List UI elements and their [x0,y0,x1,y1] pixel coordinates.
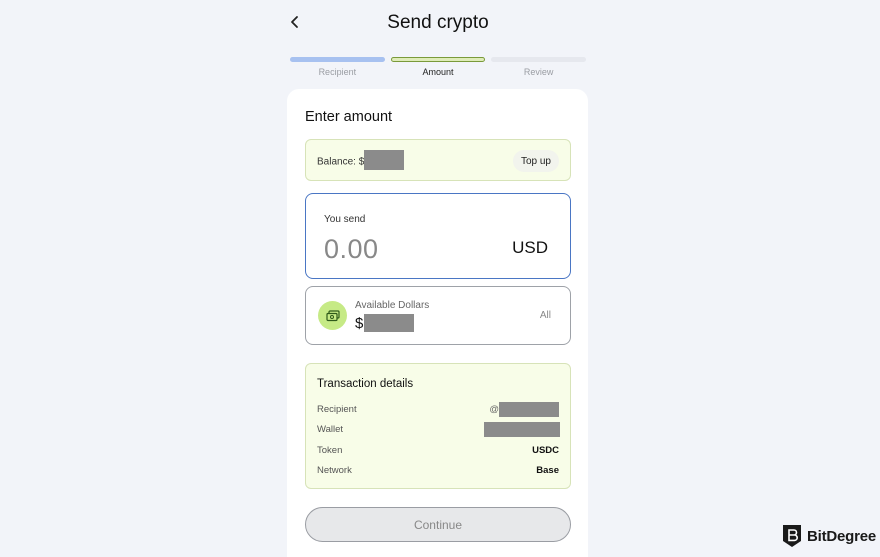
send-amount-input[interactable]: 0.00 [324,234,379,265]
step-recipient: Recipient [290,57,385,77]
step-label: Recipient [318,67,357,77]
wallet-redacted [484,421,560,437]
balance-redacted [364,150,405,170]
card-title: Enter amount [305,109,393,125]
tx-key: Network [317,464,352,476]
available-prefix: $ [355,314,364,332]
send-label: You send [324,214,366,225]
tx-key: Recipient [317,403,357,415]
step-progress: Recipient Amount Review [290,57,587,77]
available-dollars-panel[interactable]: Available Dollars $ All [305,286,571,345]
transaction-details: Transaction details Recipient @ Wallet T… [305,363,571,489]
cash-icon [318,301,347,330]
bitdegree-watermark: BitDegree [781,523,876,549]
tx-key: Wallet [317,423,344,435]
amount-card: Enter amount Balance: $ Top up You send … [287,89,588,557]
all-button[interactable]: All [540,310,551,321]
balance-label-text: Balance: $ [317,156,365,168]
balance-panel: Balance: $ Top up [305,139,571,181]
tx-value: @ [489,401,559,417]
step-bar [290,57,385,62]
step-bar [390,57,486,62]
available-redacted [364,314,415,332]
tx-prefix: @ [489,403,499,415]
transaction-title: Transaction details [317,378,414,390]
tx-value: USDC [532,444,559,456]
page-title: Send crypto [387,12,489,33]
watermark-text: BitDegree [807,527,877,545]
tx-row-network: Network Base [317,463,559,477]
step-review: Review [491,57,587,77]
available-value: $ [355,314,415,332]
top-up-button[interactable]: Top up [512,150,559,172]
step-bar [491,57,587,62]
recipient-redacted [499,401,559,417]
continue-button[interactable]: Continue [305,507,571,542]
tx-row-token: Token USDC [317,443,559,457]
step-amount: Amount [390,57,486,77]
bitdegree-logo-icon [783,525,801,547]
available-label: Available Dollars [355,300,430,311]
step-label: Amount [422,67,454,77]
tx-row-recipient: Recipient @ [317,401,559,417]
tx-row-wallet: Wallet [317,421,560,437]
send-amount-field[interactable]: You send 0.00 USD [305,193,571,279]
step-label: Review [523,67,554,77]
tx-key: Token [317,444,343,456]
tx-value [484,421,560,437]
send-currency: USD [512,238,548,257]
tx-value: Base [536,464,559,476]
balance-label: Balance: $ [317,150,405,170]
